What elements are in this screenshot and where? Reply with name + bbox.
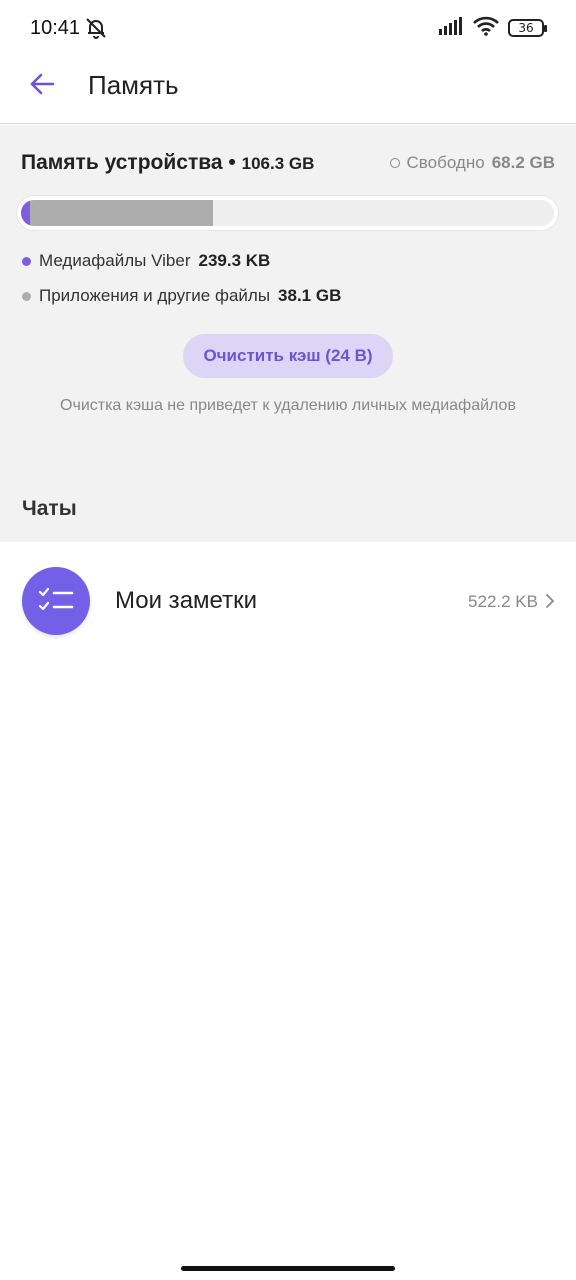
legend-value: 239.3 KB: [198, 251, 271, 270]
home-indicator[interactable]: [181, 1266, 395, 1271]
device-storage-separator: •: [228, 151, 236, 174]
clear-cache-button[interactable]: Очистить кэш (24 B): [183, 334, 393, 378]
back-button[interactable]: [26, 68, 58, 100]
legend-apps-other: Приложения и другие файлы 38.1 GB: [22, 286, 341, 306]
chevron-right-icon: [544, 593, 556, 609]
arrow-left-icon: [30, 73, 55, 95]
storage-bar-other: [29, 200, 213, 226]
wifi-icon: [472, 16, 500, 41]
signal-icon: [438, 16, 464, 40]
chat-name: Мои заметки: [115, 587, 257, 614]
legend-dot-viber: [22, 256, 31, 266]
device-storage-title: Память устройства • 106.3 GB: [21, 151, 314, 175]
device-storage-row: Память устройства • 106.3 GB Свободно 68…: [21, 151, 555, 179]
storage-section: Память устройства • 106.3 GB Свободно 68…: [0, 125, 576, 542]
device-storage-label: Память устройства: [21, 151, 223, 174]
bell-muted-icon: [84, 16, 108, 40]
free-value: 68.2 GB: [491, 153, 555, 172]
legend-label: Медиафайлы Viber: [39, 251, 191, 270]
storage-bar-viber: [21, 200, 30, 226]
chats-heading: Чаты: [22, 497, 77, 520]
legend-value: 38.1 GB: [278, 286, 342, 305]
legend-viber-media: Медиафайлы Viber 239.3 KB: [22, 251, 270, 271]
list-item[interactable]: Мои заметки 522.2 KB: [0, 542, 576, 660]
status-icons: 36: [438, 16, 547, 41]
chat-size: 522.2 KB: [468, 592, 538, 611]
free-space: Свободно 68.2 GB: [389, 153, 555, 173]
cache-note: Очистка кэша не приведет к удалению личн…: [60, 397, 516, 414]
status-time: 10:41: [30, 17, 81, 39]
legend-label: Приложения и другие файлы: [39, 286, 271, 305]
legend-dot-other: [22, 291, 31, 301]
free-label: Свободно: [406, 153, 485, 172]
status-bar: 10:41 36: [0, 0, 576, 56]
device-storage-total: 106.3 GB: [241, 154, 315, 173]
free-dot-icon: [389, 158, 400, 168]
storage-usage-bar: [17, 196, 558, 230]
avatar: [22, 567, 90, 635]
app-bar: Память: [0, 56, 576, 124]
battery-icon: 36: [508, 19, 547, 37]
checklist-icon: [38, 587, 74, 611]
page-title: Память: [88, 70, 179, 100]
